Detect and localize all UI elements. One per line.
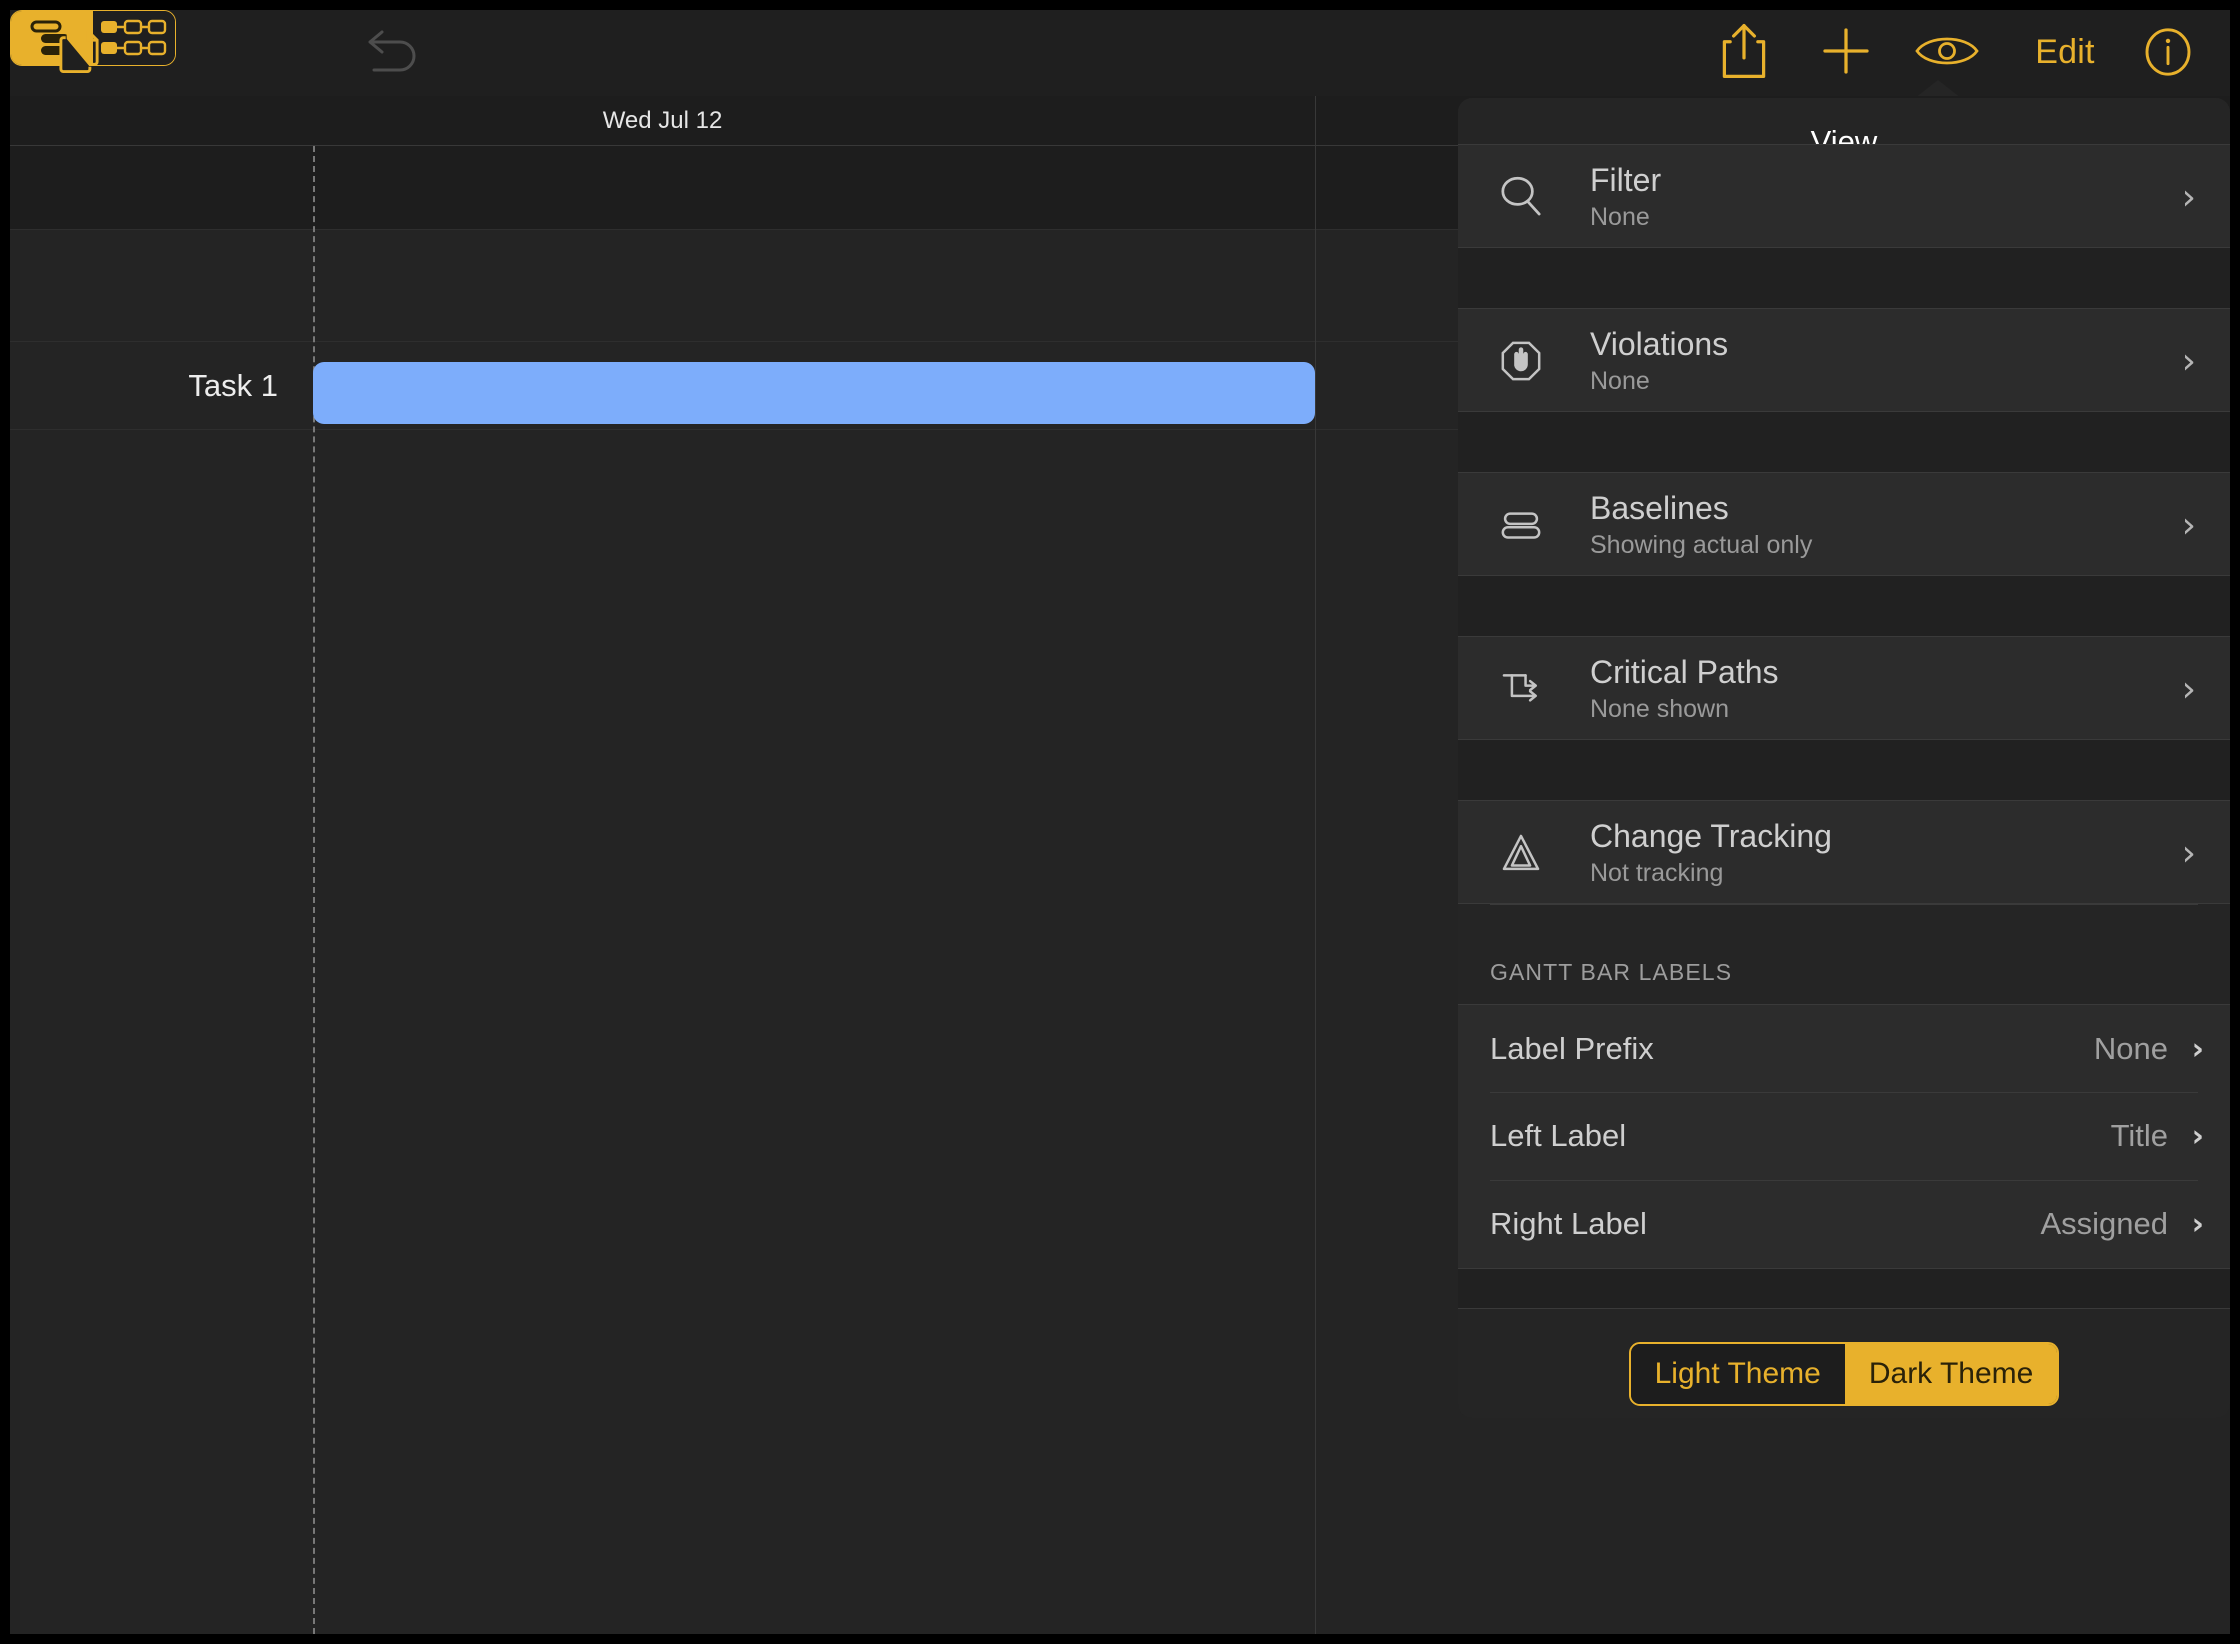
popover-spacer	[1458, 248, 2230, 308]
undo-button[interactable]	[350, 24, 430, 82]
left-label-name: Left Label	[1490, 1118, 1627, 1153]
theme-section: Light Theme Dark Theme	[1458, 1308, 2230, 1418]
popover-row-value: None	[1590, 367, 1650, 395]
popover-row-title: Baselines	[1590, 490, 1729, 526]
view-popover: View Filter None › Violations None › Bas…	[1458, 98, 2230, 1418]
popover-row-left-label[interactable]: Left Label Title ›	[1458, 1092, 2230, 1180]
dark-theme-button[interactable]: Dark Theme	[1844, 1343, 2058, 1404]
popover-row-right-label[interactable]: Right Label Assigned ›	[1458, 1180, 2230, 1268]
popover-spacer	[1458, 1268, 2230, 1308]
add-button[interactable]	[1812, 22, 1880, 84]
chevron-right-icon: ›	[2181, 832, 2196, 874]
documents-icon	[50, 22, 108, 85]
theme-segmented-control[interactable]: Light Theme Dark Theme	[1628, 1341, 2060, 1406]
search-icon	[1490, 145, 1552, 249]
popover-row-label-prefix[interactable]: Label Prefix None ›	[1458, 1004, 2230, 1092]
light-theme-button[interactable]: Light Theme	[1630, 1343, 1845, 1404]
chevron-right-icon: ›	[2181, 668, 2196, 710]
eye-icon	[1912, 29, 1982, 78]
popover-row-value: None	[1590, 203, 1650, 231]
popover-spacer	[1458, 412, 2230, 472]
popover-row-title: Filter	[1590, 162, 1662, 198]
label-prefix-name: Label Prefix	[1490, 1031, 1654, 1066]
chevron-right-icon: ›	[2181, 340, 2196, 382]
critical-path-icon	[1490, 637, 1552, 741]
chevron-right-icon: ›	[2191, 1031, 2204, 1067]
left-label-value: Title	[2110, 1118, 2168, 1153]
delta-triangle-icon	[1490, 801, 1552, 905]
right-label-value: Assigned	[2040, 1206, 2168, 1241]
popover-row-title: Violations	[1590, 326, 1729, 362]
popover-row-baselines[interactable]: Baselines Showing actual only ›	[1458, 472, 2230, 576]
gantt-bar-task-1[interactable]	[313, 362, 1315, 424]
gantt-date-header: Wed Jul 12	[10, 96, 1315, 146]
popover-row-critical-paths[interactable]: Critical Paths None shown ›	[1458, 636, 2230, 740]
share-button[interactable]	[1710, 22, 1778, 84]
popover-spacer	[1458, 576, 2230, 636]
popover-row-violations[interactable]: Violations None ›	[1458, 308, 2230, 412]
popover-row-value: None shown	[1590, 695, 1729, 723]
popover-row-title: Change Tracking	[1590, 818, 1832, 854]
popover-row-filter[interactable]: Filter None ›	[1458, 144, 2230, 248]
chevron-right-icon: ›	[2191, 1118, 2204, 1154]
edit-button[interactable]: Edit	[2010, 20, 2120, 84]
gantt-bar-labels-section-header: GANTT BAR LABELS	[1458, 904, 2230, 1004]
popover-row-value: Showing actual only	[1590, 531, 1813, 559]
popover-row-value: Not tracking	[1590, 859, 1724, 887]
gantt-gridline	[1315, 96, 1316, 1634]
share-icon	[1718, 21, 1770, 86]
edit-button-label: Edit	[2035, 32, 2095, 71]
chevron-right-icon: ›	[2191, 1206, 2204, 1242]
stop-hand-icon	[1490, 309, 1552, 413]
toolbar: Edit	[10, 10, 2230, 96]
section-header-label: GANTT BAR LABELS	[1490, 959, 1733, 985]
info-circle-icon	[2140, 24, 2196, 85]
popover-spacer	[1458, 740, 2230, 800]
plus-icon	[1818, 23, 1874, 84]
view-options-button[interactable]	[1908, 26, 1986, 80]
chevron-right-icon: ›	[2181, 176, 2196, 218]
popover-row-change-tracking[interactable]: Change Tracking Not tracking ›	[1458, 800, 2230, 904]
gantt-date-label: Wed Jul 12	[602, 107, 723, 134]
undo-arrow-icon	[358, 28, 422, 79]
popover-row-title: Critical Paths	[1590, 654, 1779, 690]
task-row-label[interactable]: Task 1	[10, 342, 278, 430]
documents-button[interactable]	[42, 22, 116, 84]
chevron-right-icon: ›	[2181, 504, 2196, 546]
app-window: Edit Wed Jul 12 Task 1 View Filter None …	[10, 10, 2230, 1634]
section-divider	[1490, 904, 2198, 905]
info-button[interactable]	[2138, 24, 2198, 84]
right-label-name: Right Label	[1490, 1206, 1647, 1241]
label-prefix-value: None	[2093, 1031, 2168, 1066]
baselines-icon	[1490, 473, 1552, 577]
